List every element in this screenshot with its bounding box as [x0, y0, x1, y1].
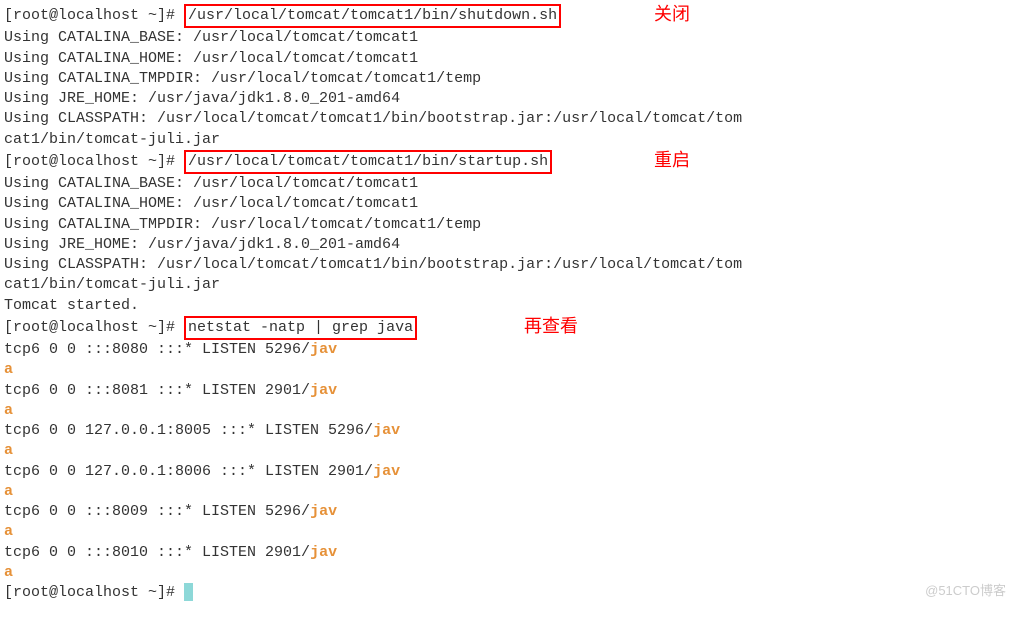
env-line: Using CATALINA_TMPDIR: /usr/local/tomcat…	[4, 69, 1010, 89]
env-line: Using CLASSPATH: /usr/local/tomcat/tomca…	[4, 255, 1010, 275]
command-line-shutdown: [root@localhost ~]# /usr/local/tomcat/to…	[4, 4, 1010, 28]
watermark: @51CTO博客	[925, 582, 1006, 600]
env-line: Using CATALINA_BASE: /usr/local/tomcat/t…	[4, 28, 1010, 48]
netstat-row: tcp6 0 0 :::8081 :::* LISTEN 2901/jav	[4, 381, 1010, 401]
cursor-icon[interactable]	[184, 583, 193, 601]
env-line: cat1/bin/tomcat-juli.jar	[4, 275, 1010, 295]
netstat-row: tcp6 0 0 :::8080 :::* LISTEN 5296/jav	[4, 340, 1010, 360]
netstat-row-wrap: a	[4, 441, 1010, 461]
env-line: Using JRE_HOME: /usr/java/jdk1.8.0_201-a…	[4, 235, 1010, 255]
annotation-startup: 重启	[654, 148, 690, 172]
env-line: Using CATALINA_BASE: /usr/local/tomcat/t…	[4, 174, 1010, 194]
netstat-row-wrap: a	[4, 522, 1010, 542]
env-line: cat1/bin/tomcat-juli.jar	[4, 130, 1010, 150]
prompt: [root@localhost ~]#	[4, 319, 184, 336]
netstat-output: tcp6 0 0 :::8080 :::* LISTEN 5296/javatc…	[4, 340, 1010, 583]
netstat-row: tcp6 0 0 127.0.0.1:8006 :::* LISTEN 2901…	[4, 462, 1010, 482]
process-name: jav	[310, 503, 337, 520]
process-name: jav	[310, 544, 337, 561]
netstat-row-wrap: a	[4, 482, 1010, 502]
final-prompt-line: [root@localhost ~]#	[4, 583, 1010, 603]
process-name: jav	[373, 463, 400, 480]
process-name: jav	[310, 341, 337, 358]
command-line-startup: [root@localhost ~]# /usr/local/tomcat/to…	[4, 150, 1010, 174]
env-line: Using CATALINA_TMPDIR: /usr/local/tomcat…	[4, 215, 1010, 235]
netstat-command-box: netstat -natp | grep java	[184, 316, 417, 340]
netstat-row: tcp6 0 0 :::8009 :::* LISTEN 5296/jav	[4, 502, 1010, 522]
env-line: Using JRE_HOME: /usr/java/jdk1.8.0_201-a…	[4, 89, 1010, 109]
netstat-row: tcp6 0 0 :::8010 :::* LISTEN 2901/jav	[4, 543, 1010, 563]
prompt: [root@localhost ~]#	[4, 584, 184, 601]
netstat-row-wrap: a	[4, 401, 1010, 421]
prompt: [root@localhost ~]#	[4, 153, 184, 170]
env-line: Using CLASSPATH: /usr/local/tomcat/tomca…	[4, 109, 1010, 129]
env-line: Tomcat started.	[4, 296, 1010, 316]
annotation-shutdown: 关闭	[654, 2, 690, 26]
startup-command-box: /usr/local/tomcat/tomcat1/bin/startup.sh	[184, 150, 552, 174]
netstat-row-wrap: a	[4, 563, 1010, 583]
shutdown-command-box: /usr/local/tomcat/tomcat1/bin/shutdown.s…	[184, 4, 561, 28]
env-line: Using CATALINA_HOME: /usr/local/tomcat/t…	[4, 194, 1010, 214]
netstat-row-wrap: a	[4, 360, 1010, 380]
process-name: jav	[373, 422, 400, 439]
command-line-netstat: [root@localhost ~]# netstat -natp | grep…	[4, 316, 1010, 340]
terminal-output: [root@localhost ~]# /usr/local/tomcat/to…	[4, 4, 1010, 603]
prompt: [root@localhost ~]#	[4, 7, 184, 24]
netstat-row: tcp6 0 0 127.0.0.1:8005 :::* LISTEN 5296…	[4, 421, 1010, 441]
process-name: jav	[310, 382, 337, 399]
env-line: Using CATALINA_HOME: /usr/local/tomcat/t…	[4, 49, 1010, 69]
annotation-netstat: 再查看	[524, 314, 578, 338]
